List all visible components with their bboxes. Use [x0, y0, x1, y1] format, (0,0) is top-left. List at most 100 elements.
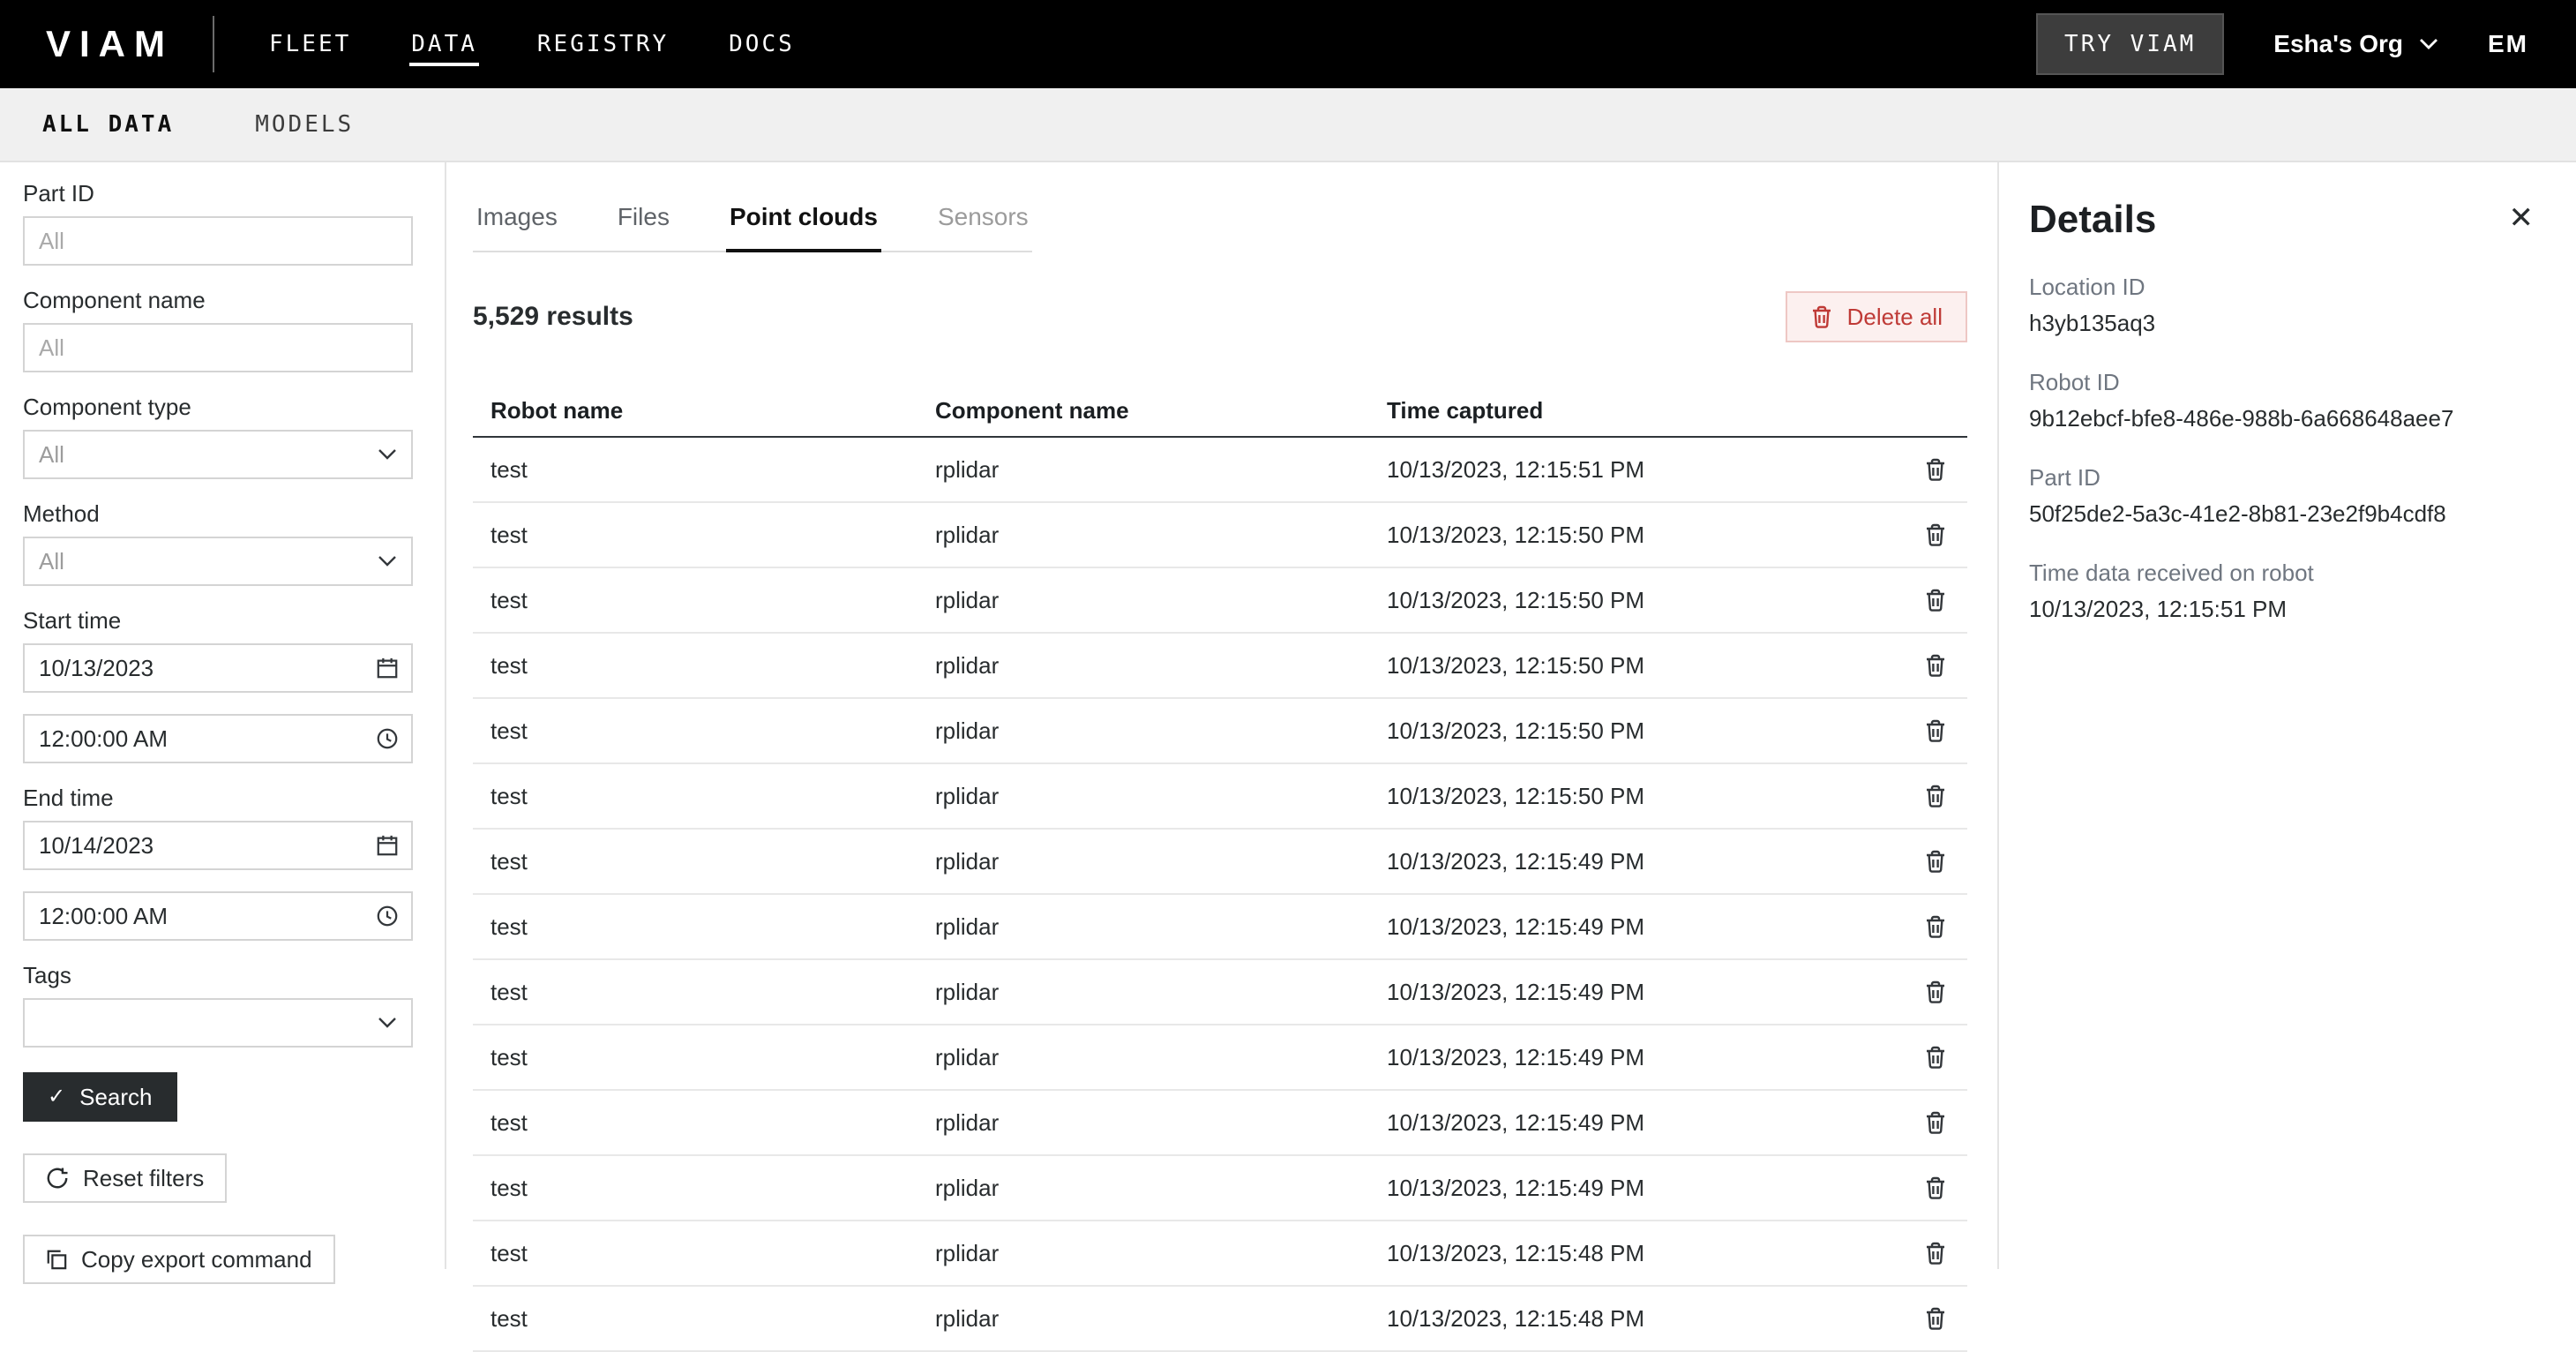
table-row[interactable]: test rplidar 10/13/2023, 12:15:50 PM: [473, 634, 1967, 699]
delete-row-button[interactable]: [1921, 454, 1951, 485]
delete-row-button[interactable]: [1921, 584, 1951, 616]
nav-registry[interactable]: REGISTRY: [535, 22, 670, 66]
calendar-icon[interactable]: [376, 657, 399, 680]
table-row[interactable]: test rplidar 10/13/2023, 12:15:51 PM: [473, 438, 1967, 503]
table-row[interactable]: test rplidar 10/13/2023, 12:15:49 PM: [473, 895, 1967, 960]
user-menu[interactable]: EM: [2488, 30, 2528, 58]
cell-time-captured: 10/13/2023, 12:15:49 PM: [1387, 979, 1904, 1006]
table-row[interactable]: test rplidar 10/13/2023, 12:15:49 PM: [473, 960, 1967, 1025]
nav-data[interactable]: DATA: [409, 22, 479, 66]
cell-time-captured: 10/13/2023, 12:15:50 PM: [1387, 783, 1904, 810]
cell-robot-name: test: [490, 1044, 935, 1071]
chevron-down-icon: [378, 1017, 397, 1029]
delete-row-button[interactable]: [1921, 715, 1951, 747]
cell-robot-name: test: [490, 1305, 935, 1333]
delete-row-button[interactable]: [1921, 1237, 1951, 1269]
method-value: All: [39, 548, 64, 575]
clock-icon[interactable]: [376, 727, 399, 750]
org-selector[interactable]: Esha's Org: [2273, 30, 2438, 58]
delete-row-button[interactable]: [1921, 1172, 1951, 1204]
details-title: Details: [2029, 198, 2156, 242]
primary-nav: FLEET DATA REGISTRY DOCS: [267, 22, 797, 66]
cell-time-captured: 10/13/2023, 12:15:49 PM: [1387, 1109, 1904, 1137]
trash-icon: [1924, 849, 1947, 874]
tab-sensors[interactable]: Sensors: [934, 194, 1032, 252]
tab-point-clouds[interactable]: Point clouds: [726, 194, 881, 252]
delete-row-button[interactable]: [1921, 1303, 1951, 1334]
results-header: 5,529 results Delete all: [473, 291, 1967, 342]
trash-icon: [1924, 1045, 1947, 1070]
component-name-input[interactable]: [23, 323, 413, 372]
trash-icon: [1810, 304, 1833, 329]
details-field-value: 50f25de2-5a3c-41e2-8b81-23e2f9b4cdf8: [2029, 500, 2537, 528]
end-time-label: End time: [23, 785, 413, 812]
delete-row-button[interactable]: [1921, 519, 1951, 551]
chevron-down-icon: [378, 448, 397, 461]
table-row[interactable]: test rplidar 10/13/2023, 12:15:49 PM: [473, 1156, 1967, 1221]
component-type-select[interactable]: All: [23, 430, 413, 479]
try-viam-button[interactable]: TRY VIAM: [2036, 13, 2224, 75]
start-date-input[interactable]: [23, 643, 413, 693]
start-time-wrap: [23, 714, 413, 763]
table-row[interactable]: test rplidar 10/13/2023, 12:15:49 PM: [473, 830, 1967, 895]
delete-row-button[interactable]: [1921, 976, 1951, 1008]
tab-images[interactable]: Images: [473, 194, 561, 252]
end-time-wrap: [23, 891, 413, 941]
trash-icon: [1924, 457, 1947, 482]
delete-row-button[interactable]: [1921, 650, 1951, 681]
details-header: Details ✕: [2029, 198, 2537, 242]
delete-row-button[interactable]: [1921, 780, 1951, 812]
table-row[interactable]: test rplidar 10/13/2023, 12:15:49 PM: [473, 1091, 1967, 1156]
search-button[interactable]: ✓ Search: [23, 1072, 177, 1122]
table-row[interactable]: test rplidar 10/13/2023, 12:15:50 PM: [473, 503, 1967, 568]
cell-component-name: rplidar: [935, 717, 1387, 745]
table-row[interactable]: test rplidar 10/13/2023, 12:15:50 PM: [473, 699, 1967, 764]
details-field-label: Location ID: [2029, 274, 2537, 301]
copy-export-button[interactable]: Copy export command: [23, 1235, 335, 1284]
tab-files[interactable]: Files: [614, 194, 673, 252]
cell-time-captured: 10/13/2023, 12:15:49 PM: [1387, 913, 1904, 941]
reset-filters-button[interactable]: Reset filters: [23, 1153, 227, 1203]
details-field-label: Part ID: [2029, 464, 2537, 492]
end-time-input[interactable]: [23, 891, 413, 941]
delete-row-button[interactable]: [1921, 845, 1951, 877]
tags-select[interactable]: [23, 998, 413, 1048]
top-navigation: VIAM FLEET DATA REGISTRY DOCS TRY VIAM E…: [0, 0, 2576, 88]
delete-row-button[interactable]: [1921, 911, 1951, 943]
nav-docs[interactable]: DOCS: [727, 22, 797, 66]
cell-robot-name: test: [490, 1175, 935, 1202]
delete-all-button[interactable]: Delete all: [1786, 291, 1967, 342]
topnav-right: TRY VIAM Esha's Org EM: [2036, 13, 2528, 75]
trash-icon: [1924, 522, 1947, 547]
end-date-input[interactable]: [23, 821, 413, 870]
part-id-input[interactable]: [23, 216, 413, 266]
viam-logo[interactable]: VIAM: [46, 23, 174, 65]
tab-models[interactable]: MODELS: [255, 111, 354, 138]
table-row[interactable]: test rplidar 10/13/2023, 12:15:50 PM: [473, 568, 1967, 634]
data-subnav: ALL DATA MODELS: [0, 88, 2576, 162]
column-time-captured: Time captured: [1387, 397, 1904, 424]
start-time-input[interactable]: [23, 714, 413, 763]
tab-all-data[interactable]: ALL DATA: [42, 111, 174, 138]
method-select[interactable]: All: [23, 537, 413, 586]
nav-fleet[interactable]: FLEET: [267, 22, 353, 66]
search-button-label: Search: [79, 1084, 152, 1111]
close-icon[interactable]: ✕: [2505, 198, 2538, 238]
calendar-icon[interactable]: [376, 834, 399, 857]
results-table-body: test rplidar 10/13/2023, 12:15:51 PM tes…: [473, 438, 1967, 1352]
delete-row-button[interactable]: [1921, 1041, 1951, 1073]
page-content: Part ID Component name Component type Al…: [0, 162, 2576, 1269]
cell-robot-name: test: [490, 652, 935, 680]
cell-robot-name: test: [490, 1240, 935, 1267]
details-field-label: Time data received on robot: [2029, 560, 2537, 587]
delete-row-button[interactable]: [1921, 1107, 1951, 1138]
table-row[interactable]: test rplidar 10/13/2023, 12:15:50 PM: [473, 764, 1967, 830]
table-row[interactable]: test rplidar 10/13/2023, 12:15:49 PM: [473, 1025, 1967, 1091]
table-row[interactable]: test rplidar 10/13/2023, 12:15:48 PM: [473, 1287, 1967, 1352]
cell-component-name: rplidar: [935, 979, 1387, 1006]
cell-component-name: rplidar: [935, 848, 1387, 875]
cell-component-name: rplidar: [935, 1044, 1387, 1071]
table-row[interactable]: test rplidar 10/13/2023, 12:15:48 PM: [473, 1221, 1967, 1287]
delete-all-label: Delete all: [1847, 304, 1943, 331]
clock-icon[interactable]: [376, 905, 399, 928]
